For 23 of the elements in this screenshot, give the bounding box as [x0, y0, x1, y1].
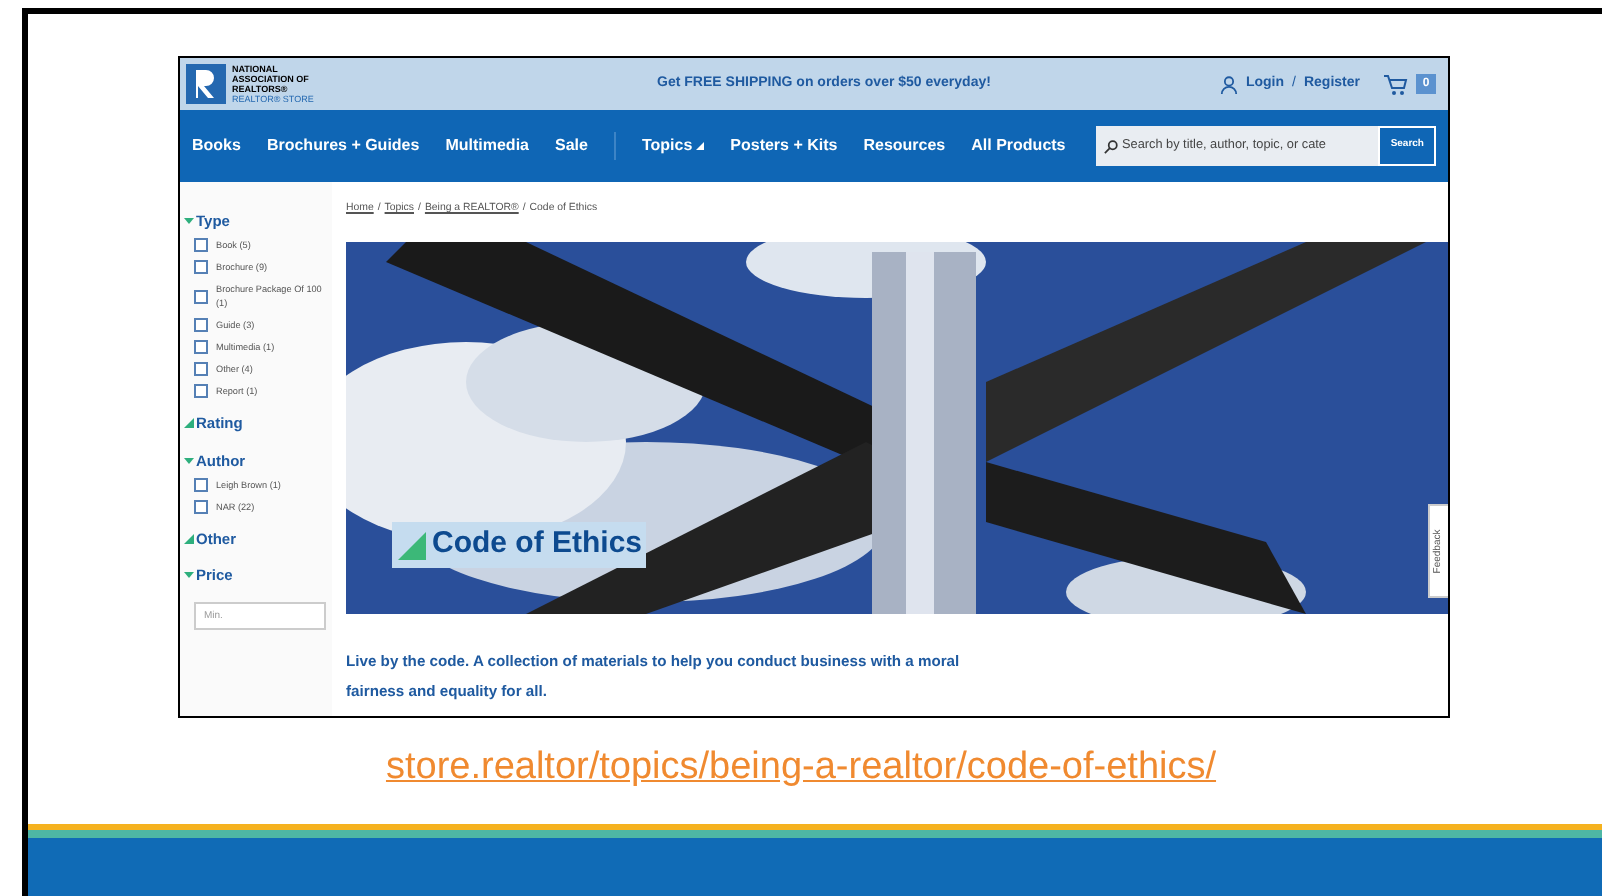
- nav-link[interactable]: Brochures + Guides: [266, 134, 420, 158]
- checkbox[interactable]: [194, 477, 208, 492]
- checkbox[interactable]: [194, 384, 208, 399]
- nav-link[interactable]: Books: [192, 134, 241, 158]
- hero-title: Code of Ethics: [392, 522, 647, 568]
- search-icon: [1104, 139, 1118, 153]
- logo-icon: [186, 64, 226, 104]
- checkbox[interactable]: [194, 318, 208, 333]
- checkbox[interactable]: [194, 362, 208, 377]
- cart-icon[interactable]: [1384, 73, 1408, 95]
- nav-link[interactable]: Resources: [863, 134, 946, 158]
- checkbox[interactable]: [194, 340, 208, 355]
- checkbox[interactable]: [194, 499, 208, 514]
- nav-link[interactable]: Topics: [641, 134, 693, 158]
- user-icon: [1219, 75, 1238, 93]
- nav-link[interactable]: Sale: [554, 134, 588, 158]
- checkbox[interactable]: [194, 238, 208, 253]
- nav-link[interactable]: Multimedia: [445, 134, 529, 158]
- checkbox[interactable]: [194, 289, 208, 304]
- checkbox[interactable]: [194, 260, 208, 275]
- nav-link[interactable]: All Products: [971, 134, 1066, 158]
- triangle-icon: [398, 531, 426, 559]
- nav-link[interactable]: Posters + Kits: [730, 134, 838, 158]
